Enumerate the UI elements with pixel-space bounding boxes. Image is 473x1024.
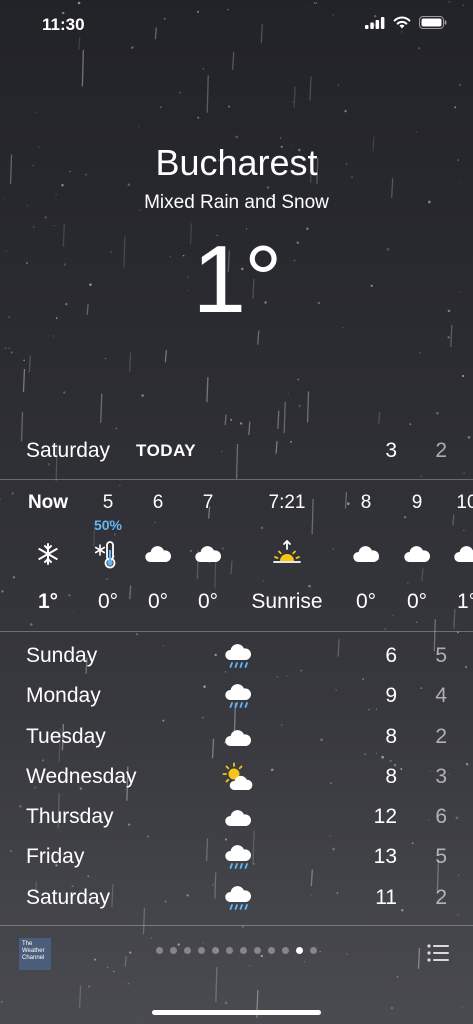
daily-forecast: Sunday 6 5 Monday 9 4 Tuesday 8 2 Wednes… [26, 638, 447, 920]
home-indicator[interactable] [152, 1010, 321, 1015]
daily-high: 12 [373, 805, 397, 829]
today-summary-row: Saturday TODAY 3 2 [26, 436, 447, 466]
daily-high: 9 [385, 684, 397, 708]
daily-day: Saturday [26, 885, 111, 909]
wifi-icon [393, 16, 411, 29]
page-dot[interactable] [296, 947, 303, 954]
list-icon[interactable] [427, 944, 449, 962]
page-dot[interactable] [198, 947, 205, 954]
daily-row: Saturday 11 2 [26, 880, 447, 920]
battery-icon [419, 16, 447, 29]
rain-cloud-icon [225, 684, 252, 709]
current-temperature: 1° [192, 226, 283, 333]
weather-channel-logo[interactable]: The Weather Channel [19, 938, 51, 970]
daily-high: 8 [385, 724, 397, 748]
daily-row: Friday 13 5 [26, 839, 447, 879]
daily-high: 8 [385, 764, 397, 788]
daily-low: 2 [435, 724, 447, 748]
divider [0, 925, 473, 926]
status-time: 11:30 [42, 15, 85, 34]
page-indicator[interactable] [0, 947, 473, 954]
daily-row: Tuesday 8 2 [26, 719, 447, 759]
daily-row: Sunday 6 5 [26, 638, 447, 678]
daily-high: 11 [375, 885, 397, 909]
rain-cloud-icon [225, 644, 252, 668]
daily-row: Wednesday 8 3 [26, 759, 447, 799]
hour-temp: 1° [456, 590, 473, 613]
today-low: 2 [435, 439, 447, 462]
daily-low: 5 [435, 845, 447, 869]
page-dot[interactable] [184, 947, 191, 954]
daily-day: Thursday [26, 805, 114, 829]
today-day: Saturday [26, 439, 111, 462]
daily-row: Monday 9 4 [26, 678, 447, 718]
daily-day: Sunday [26, 644, 98, 667]
daily-row: Thursday 12 6 [26, 799, 447, 839]
page-dot[interactable] [240, 947, 247, 954]
cloud-icon [225, 729, 252, 746]
status-icons [365, 16, 447, 29]
hour-item: 7 0° [168, 480, 248, 630]
daily-low: 6 [435, 805, 447, 829]
page-dot[interactable] [254, 947, 261, 954]
page-dot[interactable] [282, 947, 289, 954]
today-tag: TODAY [136, 441, 197, 460]
daily-low: 5 [435, 644, 447, 667]
hour-temp: Sunrise [251, 590, 323, 613]
rain-cloud-icon [225, 845, 252, 870]
city-name: Bucharest [155, 142, 318, 183]
daily-low: 2 [435, 885, 447, 909]
daily-low: 3 [435, 764, 447, 788]
daily-day: Monday [26, 684, 101, 708]
page-dot[interactable] [226, 947, 233, 954]
condition-text: Mixed Rain and Snow [144, 192, 329, 213]
daily-low: 4 [435, 684, 447, 708]
page-dot[interactable] [170, 947, 177, 954]
daily-day: Tuesday [26, 724, 106, 748]
page-dot[interactable] [268, 947, 275, 954]
hour-item: 10 1° [427, 480, 473, 630]
divider [0, 631, 473, 632]
today-high: 3 [385, 439, 397, 462]
hour-time: 7 [202, 492, 214, 513]
cloud-icon [195, 546, 222, 562]
snowflake-icon [38, 543, 58, 565]
rain-cloud-icon [225, 885, 252, 910]
cloud-icon [225, 810, 252, 827]
page-dot[interactable] [310, 947, 317, 954]
daily-high: 6 [385, 644, 397, 667]
daily-day: Friday [26, 845, 85, 869]
cloud-icon [454, 546, 473, 562]
hour-time: 7:21 [268, 492, 306, 513]
page-dot[interactable] [156, 947, 163, 954]
sunrise-icon [273, 540, 301, 563]
hour-time: 10 [456, 492, 473, 513]
hour-item: 7:21 Sunrise [247, 480, 327, 630]
partly-sunny-icon [222, 762, 253, 790]
daily-high: 13 [373, 845, 397, 869]
hourly-forecast[interactable]: Now 1° 5 50% 0° 6 0° 7 0° 7:21 Sunrise 8… [0, 480, 473, 630]
cellular-signal-icon [365, 16, 385, 29]
page-dot[interactable] [212, 947, 219, 954]
daily-day: Wednesday [26, 764, 137, 788]
hour-temp: 0° [197, 590, 219, 613]
